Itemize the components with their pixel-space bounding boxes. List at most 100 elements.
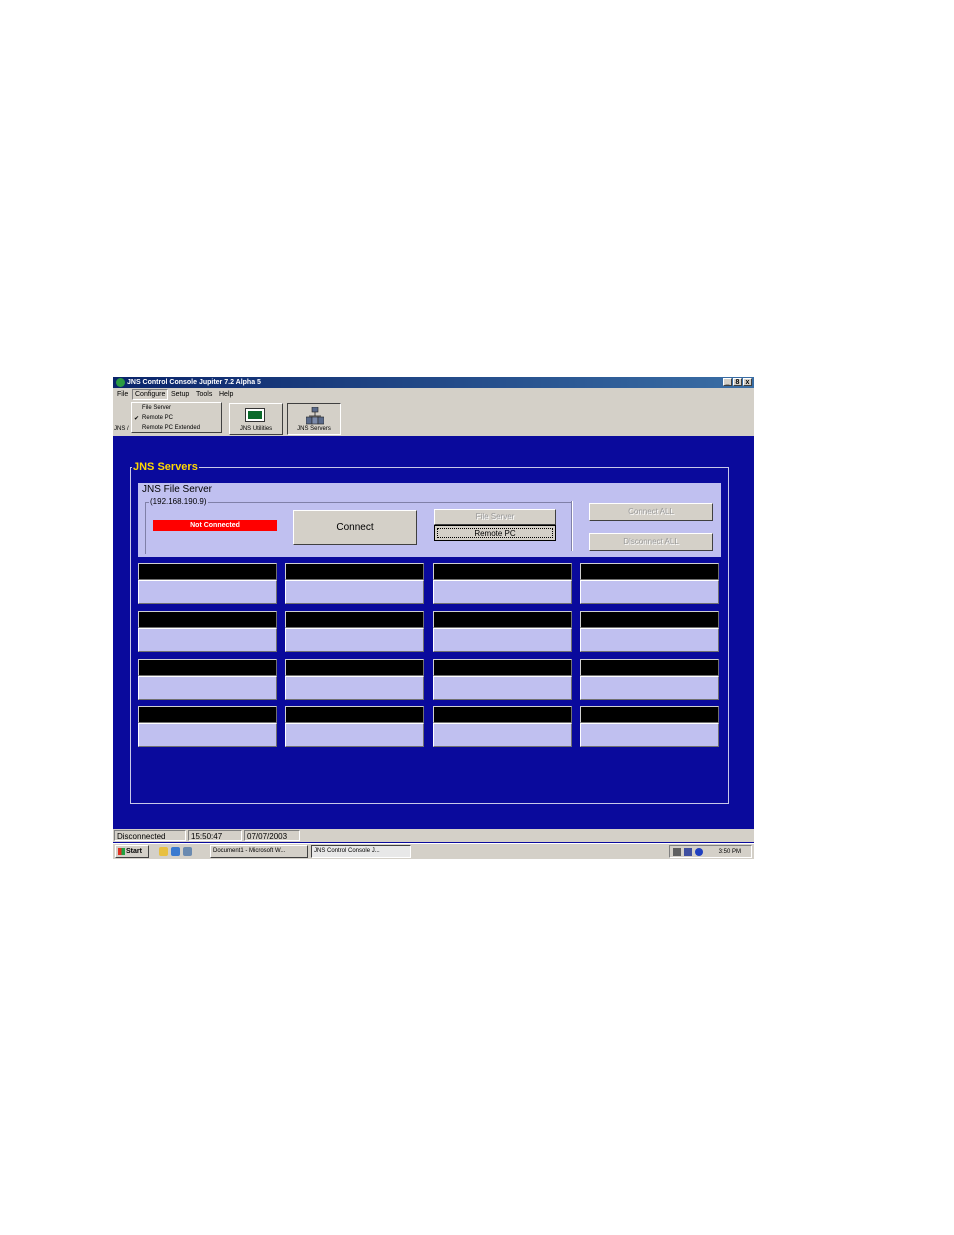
server-slot-header [580, 563, 719, 580]
menu-configure[interactable]: Configure [132, 389, 169, 400]
server-slot-button[interactable] [138, 676, 277, 700]
servers-icon [306, 407, 324, 425]
task-jns-console[interactable]: JNS Control Console J... [311, 845, 411, 858]
server-slot[interactable] [433, 706, 572, 747]
status-date: 07/07/2003 [244, 830, 300, 841]
title-bar[interactable]: JNS Control Console Jupiter 7.2 Alpha 5 … [113, 377, 754, 388]
server-slot-button[interactable] [433, 628, 572, 652]
checkmark-icon: ✔ [134, 416, 140, 422]
separator [571, 501, 573, 551]
start-button[interactable]: Start [115, 845, 149, 858]
server-slot-header [433, 706, 572, 723]
server-slot[interactable] [285, 563, 424, 604]
start-label: Start [126, 848, 142, 855]
server-slot-button[interactable] [580, 676, 719, 700]
server-slot[interactable] [138, 611, 277, 652]
server-slot-header [433, 563, 572, 580]
server-slot-button[interactable] [285, 628, 424, 652]
server-slot-button[interactable] [580, 723, 719, 747]
menu-item-file-server[interactable]: File Server [142, 405, 171, 411]
configure-dropdown-menu: File Server ✔ Remote PC Remote PC Extend… [131, 402, 222, 433]
server-slot-button[interactable] [138, 628, 277, 652]
remote-pc-button[interactable]: Remote PC [434, 525, 556, 541]
app-screenshot: JNS Control Console Jupiter 7.2 Alpha 5 … [113, 377, 754, 859]
desktop-icon[interactable] [159, 847, 168, 856]
monitor-icon [245, 408, 265, 422]
server-slot-header [580, 659, 719, 676]
menu-tools[interactable]: Tools [194, 390, 214, 399]
connection-state: Disconnected [114, 830, 186, 841]
connect-all-button[interactable]: Connect ALL [589, 503, 713, 521]
jns-servers-label: JNS Servers [297, 426, 331, 432]
menu-setup[interactable]: Setup [169, 390, 191, 399]
server-slot[interactable] [285, 611, 424, 652]
jns-utilities-button[interactable]: JNS Utilities [229, 403, 283, 435]
file-server-panel: JNS File Server (192.168.190.9) Not Conn… [138, 483, 721, 557]
menu-item-remote-pc[interactable]: Remote PC [142, 415, 173, 421]
server-slot-header [138, 611, 277, 628]
server-slot-button[interactable] [580, 628, 719, 652]
file-server-title: JNS File Server [142, 484, 213, 495]
windows-logo-icon [118, 847, 125, 855]
outlook-icon[interactable] [183, 847, 192, 856]
close-button[interactable]: x [743, 378, 752, 386]
server-slot-button[interactable] [285, 676, 424, 700]
connect-button[interactable]: Connect [293, 510, 417, 545]
file-server-button[interactable]: File Server [434, 509, 556, 525]
taskbar: Start Document1 - Microsoft W... JNS Con… [113, 843, 754, 859]
toolbar-partial-label: JNS / [114, 426, 129, 432]
server-slot[interactable] [433, 563, 572, 604]
server-slot-button[interactable] [433, 723, 572, 747]
server-slot-header [138, 563, 277, 580]
app-globe-icon [116, 378, 125, 387]
server-slot[interactable] [138, 659, 277, 700]
task-document1[interactable]: Document1 - Microsoft W... [210, 845, 308, 858]
server-slot-header [285, 611, 424, 628]
server-slot[interactable] [580, 659, 719, 700]
server-slot-button[interactable] [138, 580, 277, 604]
status-time: 15:50:47 [188, 830, 242, 841]
window-title: JNS Control Console Jupiter 7.2 Alpha 5 [127, 379, 261, 386]
server-slot[interactable] [580, 611, 719, 652]
menu-item-remote-pc-extended[interactable]: Remote PC Extended [142, 425, 200, 431]
remote-pc-label: Remote PC [437, 528, 553, 538]
disconnect-all-button[interactable]: Disconnect ALL [589, 533, 713, 551]
server-slot-button[interactable] [285, 580, 424, 604]
speaker-icon[interactable] [673, 848, 681, 856]
network-icon[interactable] [684, 848, 692, 856]
server-slot-header [580, 706, 719, 723]
browser-icon[interactable] [171, 847, 180, 856]
server-slot[interactable] [580, 563, 719, 604]
ip-address-label: (192.168.190.9) [149, 497, 208, 506]
app-tray-icon[interactable] [695, 848, 703, 856]
server-slot-button[interactable] [138, 723, 277, 747]
server-slot-header [138, 659, 277, 676]
task-jns-console-label: JNS Control Console J... [314, 848, 380, 854]
jns-servers-button[interactable]: JNS Servers [287, 403, 341, 435]
server-slot-header [285, 659, 424, 676]
connection-status-badge: Not Connected [153, 520, 277, 531]
maximize-button[interactable]: 8 [733, 378, 742, 386]
server-slot[interactable] [433, 659, 572, 700]
menu-bar: File Configure Setup Tools Help [113, 388, 754, 402]
server-slot[interactable] [285, 706, 424, 747]
server-slot[interactable] [433, 611, 572, 652]
server-slot-button[interactable] [285, 723, 424, 747]
minimize-button[interactable]: _ [723, 378, 732, 386]
server-slot-header [580, 611, 719, 628]
server-slot[interactable] [138, 563, 277, 604]
status-bar: Disconnected 15:50:47 07/07/2003 [113, 829, 754, 842]
server-slot-header [433, 611, 572, 628]
menu-help[interactable]: Help [217, 390, 235, 399]
server-slot-header [285, 563, 424, 580]
server-slot-button[interactable] [580, 580, 719, 604]
menu-file[interactable]: File [115, 390, 130, 399]
server-slot-button[interactable] [433, 580, 572, 604]
system-tray: 3:50 PM [669, 845, 752, 858]
group-title: JNS Servers [132, 461, 199, 473]
server-slot[interactable] [138, 706, 277, 747]
jns-utilities-label: JNS Utilities [239, 426, 273, 432]
server-slot[interactable] [580, 706, 719, 747]
server-slot-button[interactable] [433, 676, 572, 700]
server-slot[interactable] [285, 659, 424, 700]
